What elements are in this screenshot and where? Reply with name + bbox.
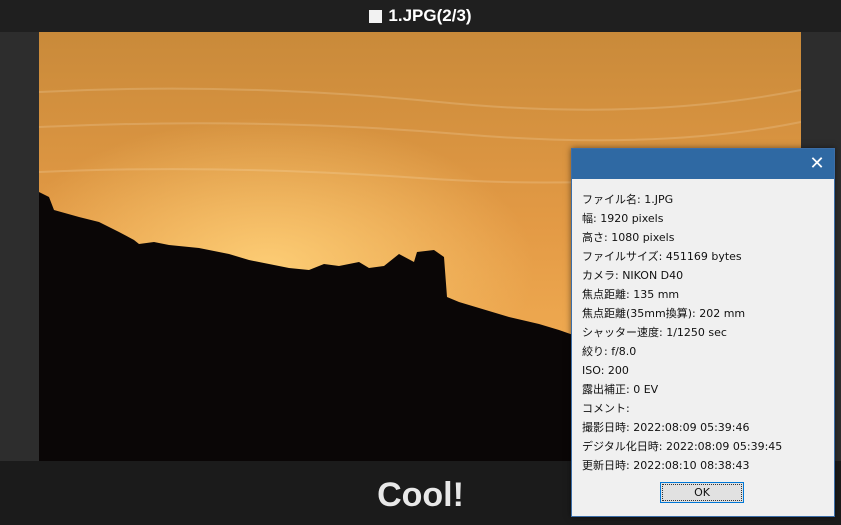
info-shutter-speed: シャッター速度: 1/1250 sec (582, 326, 727, 339)
image-viewer-window: 1.JPG(2/3) Cool! ✕ ファイル名: 1.JPG 幅: 1920 … (0, 0, 841, 525)
info-date-modified: 更新日時: 2022:08:10 08:38:43 (582, 459, 750, 472)
info-focal-length: 焦点距離: 135 mm (582, 288, 680, 301)
info-list: ファイル名: 1.JPG 幅: 1920 pixels 高さ: 1080 pix… (582, 190, 782, 475)
info-exposure-compensation: 露出補正: 0 EV (582, 383, 659, 396)
close-icon[interactable]: ✕ (800, 149, 834, 179)
info-height: 高さ: 1080 pixels (582, 231, 675, 244)
info-aperture: 絞り: f/8.0 (582, 345, 637, 358)
ok-button[interactable]: OK (660, 482, 744, 503)
info-file-size: ファイルサイズ: 451169 bytes (582, 250, 742, 263)
info-camera: カメラ: NIKON D40 (582, 269, 684, 282)
info-comment: コメント: (582, 402, 630, 415)
dialog-titlebar[interactable]: ✕ (572, 149, 834, 179)
info-focal-length-35mm: 焦点距離(35mm換算): 202 mm (582, 307, 746, 320)
image-info-dialog: ✕ ファイル名: 1.JPG 幅: 1920 pixels 高さ: 1080 p… (571, 148, 835, 517)
info-date-digitized: デジタル化日時: 2022:08:09 05:39:45 (582, 440, 783, 453)
info-file-name: ファイル名: 1.JPG (582, 193, 674, 206)
square-icon (369, 9, 383, 23)
info-iso: ISO: 200 (582, 364, 629, 377)
window-titlebar: 1.JPG(2/3) (0, 0, 841, 32)
info-date-taken: 撮影日時: 2022:08:09 05:39:46 (582, 421, 750, 434)
window-title: 1.JPG(2/3) (388, 6, 472, 25)
info-width: 幅: 1920 pixels (582, 212, 664, 225)
